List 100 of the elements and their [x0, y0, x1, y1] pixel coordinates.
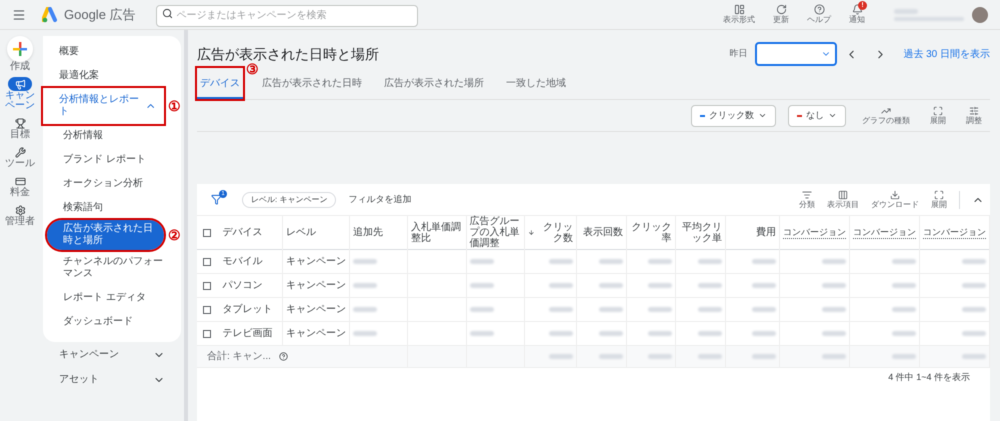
checkbox[interactable] — [203, 282, 211, 290]
column-header[interactable]: レベル — [286, 227, 316, 238]
logo-icon — [42, 6, 60, 22]
search-icon — [162, 8, 173, 19]
nav-section[interactable]: キャンペーン — [43, 342, 181, 367]
tab[interactable]: 一致した地域 — [503, 68, 569, 99]
table-cell: キャンペーン — [286, 304, 346, 315]
credit-card-icon — [14, 176, 26, 186]
rail-item[interactable]: 目標 — [1, 116, 39, 140]
table-action-button[interactable]: ダウンロード — [871, 190, 919, 210]
nav-item[interactable]: 広告が表示された日時と場所 — [47, 220, 164, 250]
toolbar-button[interactable]: ヘルプ — [802, 4, 836, 25]
dropdown-icon — [758, 111, 767, 120]
rail-item[interactable]: 管理者 — [1, 203, 39, 227]
checkbox[interactable] — [203, 258, 211, 266]
nav-item[interactable]: ダッシュボード — [47, 310, 177, 334]
column-header[interactable]: 平均クリック単 — [678, 222, 722, 244]
date-dropdown[interactable] — [755, 42, 838, 66]
filter-icon[interactable] — [211, 194, 222, 205]
download-icon — [890, 190, 900, 200]
blurred-value — [822, 307, 846, 312]
metric-dropdown[interactable]: なし — [788, 104, 846, 126]
add-filter-button[interactable]: フィルタを追加 — [348, 192, 412, 206]
table-cell: キャンペーン — [286, 280, 346, 291]
blurred-value — [892, 354, 916, 359]
column-header[interactable]: コンバージョン — [782, 226, 846, 238]
column-header[interactable]: 表示回数 — [583, 227, 624, 238]
help-icon[interactable] — [278, 352, 288, 361]
tab[interactable]: デバイス — [197, 68, 243, 99]
blurred-value — [752, 259, 776, 264]
column-header[interactable]: デバイス — [222, 227, 262, 238]
nav-item[interactable]: 概要 — [43, 40, 177, 64]
avatar[interactable] — [972, 6, 988, 22]
nav-item[interactable]: チャンネルのパフォーマンス — [47, 250, 177, 286]
nav-item[interactable]: 分析情報とレポート — [43, 88, 164, 124]
nav-section[interactable]: アセット — [43, 367, 181, 392]
blurred-value — [599, 331, 624, 336]
menu-icon[interactable] — [12, 8, 26, 22]
column-header[interactable]: クリック率 — [630, 222, 672, 244]
table-action-button[interactable]: 分類 — [799, 190, 815, 210]
table-action-button[interactable]: 表示項目 — [827, 190, 859, 210]
table-cell: キャンペーン — [286, 328, 346, 339]
rail-item[interactable]: 作成 — [1, 36, 39, 72]
metric-dropdown[interactable]: クリック数 — [691, 104, 776, 126]
toolbar-button[interactable]: 表示形式 — [718, 4, 760, 25]
chart-action-button[interactable]: 展開 — [926, 106, 950, 126]
nav-item[interactable]: 分析情報 — [47, 124, 177, 148]
column-header[interactable]: 追加先 — [353, 227, 384, 238]
date-label: 昨日 — [729, 47, 748, 60]
table-action-button[interactable]: 展開 — [931, 190, 947, 210]
dropdown-icon — [828, 111, 837, 120]
blurred-value — [599, 307, 624, 312]
chart-action-button[interactable]: 調整 — [962, 106, 986, 126]
blurred-value — [752, 283, 776, 288]
column-header[interactable]: クリック数 — [528, 222, 574, 244]
nav-item[interactable]: 最適化案 — [43, 64, 177, 88]
blurred-value — [549, 283, 574, 288]
nav-item[interactable]: ブランド レポート — [47, 148, 177, 172]
blurred-value — [599, 283, 624, 288]
rail-item[interactable]: ツール — [1, 145, 39, 169]
nav-item[interactable]: レポート エディタ — [47, 286, 177, 310]
column-header[interactable]: コンバージョン — [852, 226, 916, 238]
bell-icon — [852, 4, 862, 15]
sort-arrow-icon — [528, 228, 536, 237]
blurred-value — [698, 354, 722, 359]
blurred-value — [353, 283, 378, 288]
tab[interactable]: 広告が表示された日時 — [259, 68, 365, 99]
nav-item[interactable]: オークション分析 — [47, 172, 177, 196]
search-field[interactable]: ページまたはキャンペーンを検索 — [156, 4, 418, 27]
rail-item[interactable]: キャンペーン — [1, 77, 39, 111]
blurred-value — [470, 283, 494, 288]
blurred-value — [470, 307, 494, 312]
column-header[interactable]: 広告グループの入札単価調整 — [470, 216, 522, 249]
column-header[interactable]: 入札単価調整比 — [411, 222, 463, 244]
blurred-value — [822, 283, 846, 288]
chart-action-button[interactable]: グラフの種類 — [858, 106, 914, 126]
checkbox[interactable] — [203, 306, 211, 314]
checkbox[interactable] — [203, 228, 211, 236]
page-title: 広告が表示された日時と場所 — [197, 44, 379, 63]
date-link[interactable]: 過去 30 日間を表示 — [903, 46, 990, 62]
column-header[interactable]: 費用 — [756, 227, 776, 238]
blurred-value — [822, 331, 846, 336]
toolbar-button[interactable]: 更新 — [768, 4, 794, 25]
annotation-number: ③ — [246, 61, 259, 77]
table-cell: パソコン — [222, 280, 262, 291]
pagination-text: 4 件中 1~4 件を表示 — [888, 371, 970, 384]
blurred-value — [752, 331, 776, 336]
filter-chip[interactable]: レベル: キャンペーン — [242, 192, 336, 208]
blurred-value — [648, 259, 672, 264]
tab[interactable]: 広告が表示された場所 — [381, 68, 487, 99]
blurred-value — [698, 331, 722, 336]
blurred-value — [599, 354, 624, 359]
blurred-value — [470, 259, 494, 264]
column-header[interactable]: コンバージョン — [923, 226, 986, 238]
rail-item[interactable]: 料金 — [1, 174, 39, 198]
blurred-value — [549, 307, 574, 312]
blurred-value — [698, 307, 722, 312]
table-cell: テレビ画面 — [222, 328, 272, 339]
nav-item[interactable]: 検索語句 — [47, 196, 177, 220]
checkbox[interactable] — [203, 330, 211, 338]
